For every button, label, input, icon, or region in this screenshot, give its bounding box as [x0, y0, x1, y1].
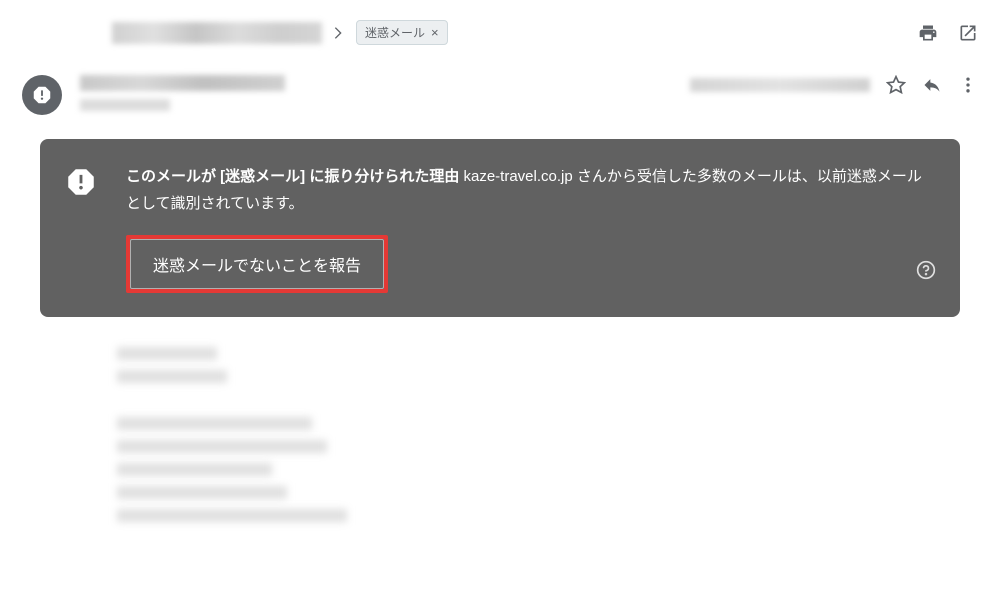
label-chip-text: 迷惑メール [365, 24, 425, 41]
print-icon[interactable] [918, 23, 938, 43]
open-new-window-icon[interactable] [958, 23, 978, 43]
not-spam-highlight-box: 迷惑メールでないことを報告 [126, 235, 388, 293]
subject-text-blurred [112, 22, 322, 44]
remove-label-icon[interactable]: × [431, 25, 439, 40]
help-icon[interactable] [916, 260, 936, 285]
spam-warning-banner: このメールが [迷惑メール] に振り分けられた理由 kaze-travel.co… [40, 139, 960, 317]
spam-label-chip[interactable]: 迷惑メール × [356, 20, 448, 45]
header-actions [918, 23, 978, 43]
more-icon[interactable] [958, 75, 978, 95]
chevron-icon [330, 25, 346, 41]
star-icon[interactable] [886, 75, 906, 95]
email-body-blurred [22, 347, 978, 522]
report-not-spam-button[interactable]: 迷惑メールでないことを報告 [130, 239, 384, 289]
body-line-blurred [117, 370, 227, 383]
body-line-blurred [117, 463, 272, 476]
sender-actions [690, 75, 978, 95]
subject-header-row: 迷惑メール × [22, 20, 978, 45]
sender-info [80, 75, 285, 111]
body-line-blurred [117, 486, 287, 499]
body-line-blurred [117, 417, 312, 430]
warning-octagon-icon [64, 165, 98, 204]
body-line-blurred [117, 509, 347, 522]
body-line-blurred [117, 347, 217, 360]
sender-avatar-warning [22, 75, 62, 115]
sender-name-blurred [80, 75, 285, 91]
sender-row [22, 75, 978, 115]
spam-banner-content: このメールが [迷惑メール] に振り分けられた理由 kaze-travel.co… [126, 163, 936, 293]
spam-reason-text: このメールが [迷惑メール] に振り分けられた理由 kaze-travel.co… [126, 163, 936, 217]
recipient-blurred [80, 99, 170, 111]
reply-icon[interactable] [922, 75, 942, 95]
body-line-blurred [117, 440, 327, 453]
date-blurred [690, 78, 870, 92]
